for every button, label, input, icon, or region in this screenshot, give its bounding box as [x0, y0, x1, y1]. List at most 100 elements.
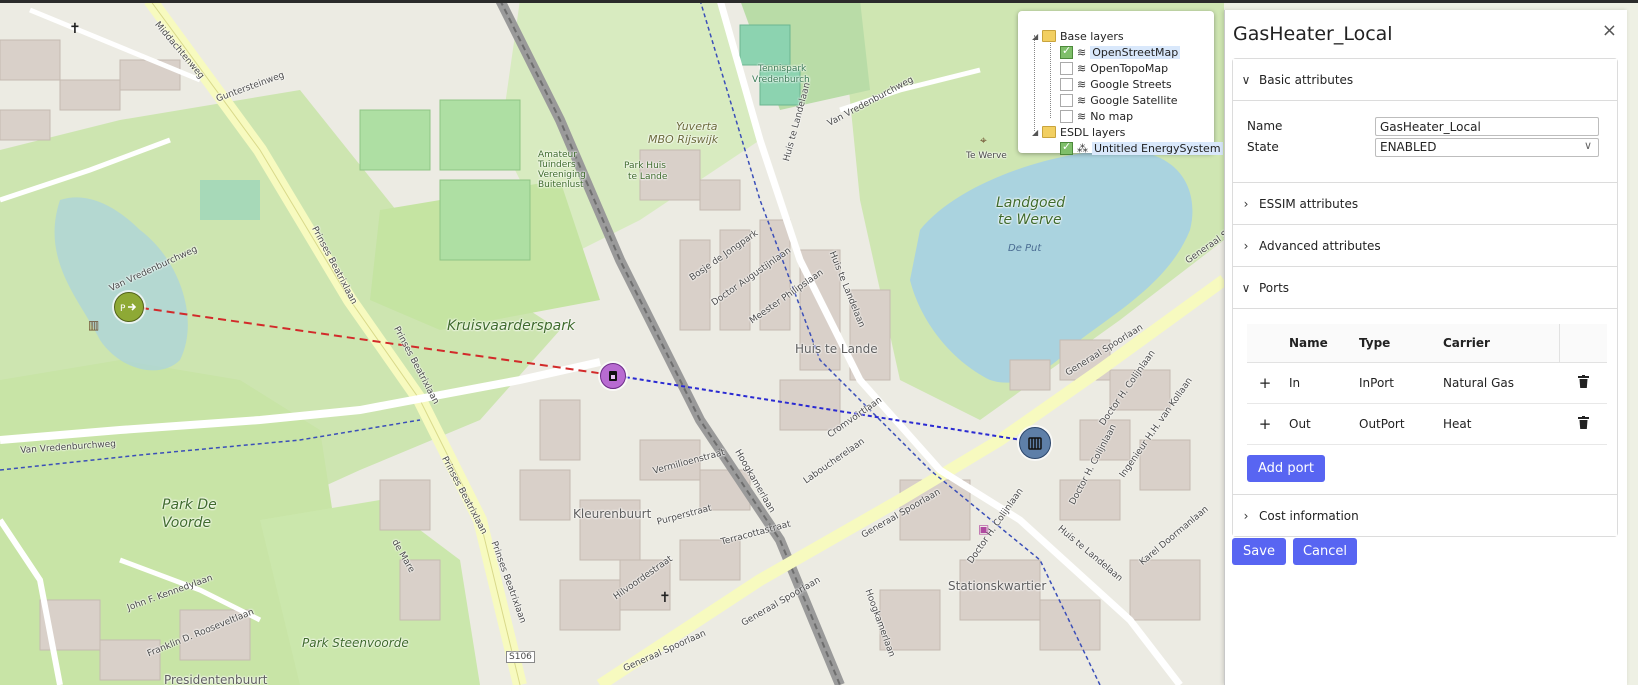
map-canvas[interactable]: Kruisvaarderspark Park De Voorde Park St… [0, 0, 1224, 685]
map-label-stationskwartier: Stationskwartier [948, 579, 1047, 593]
layer-checkbox[interactable] [1060, 44, 1073, 59]
map-label-park-huis-te-lande: te Lande [628, 172, 668, 182]
section-ports[interactable]: ∨ Ports [1233, 267, 1617, 309]
delete-port-button[interactable] [1559, 403, 1607, 445]
section-advanced-attributes[interactable]: › Advanced attributes [1233, 225, 1617, 267]
heater-icon [609, 371, 617, 381]
layer-item-google-streets[interactable]: ≋ Google Streets [1060, 76, 1172, 92]
map-label-de-put: De Put [1008, 243, 1042, 254]
layer-label: OpenStreetMap [1090, 45, 1181, 59]
chevron-down-icon: ∨ [1241, 280, 1251, 295]
basic-attributes-body: Name State ENABLED ∨ [1233, 101, 1617, 183]
shop-icon: ▣ [978, 522, 990, 536]
map-label-amateur-tuinders: Amateur Tuinders Vereniging Buitenlust [538, 150, 586, 190]
port-type: OutPort [1353, 403, 1437, 445]
collapse-icon[interactable]: ◢ [1032, 32, 1042, 41]
layer-item-openstreetmap[interactable]: ≋ OpenStreetMap [1060, 44, 1181, 60]
map-label-te-werve-poi: Te Werve [966, 151, 1007, 161]
map-label-park-huis: Park Huis [624, 161, 666, 171]
layer-label: Google Streets [1090, 77, 1172, 91]
layer-group-esdl-label: ESDL layers [1060, 125, 1126, 139]
map-label-presidentenbuurt: Presidentenbuurt [164, 673, 268, 685]
layer-checkbox[interactable] [1060, 61, 1073, 75]
map-label-huis-te-lande: Huis te Lande [795, 342, 878, 356]
trash-icon [1577, 374, 1589, 388]
layer-checkbox[interactable] [1060, 140, 1073, 155]
column-header-type: Type [1353, 324, 1437, 363]
map-label-s106: S106 [506, 651, 535, 663]
layer-checkbox[interactable] [1060, 77, 1073, 91]
layer-item-google-satellite[interactable]: ≋ Google Satellite [1060, 92, 1178, 108]
asset-properties-sidebar: GasHeater_Local × ∨ Basic attributes Nam… [1224, 10, 1627, 685]
add-port-button[interactable]: Add port [1247, 455, 1325, 482]
attributes-accordion: ∨ Basic attributes Name State ENABLED ∨ … [1232, 58, 1618, 537]
heating-demand-asset-marker[interactable] [1019, 427, 1051, 459]
layer-group-base-label: Base layers [1060, 29, 1124, 43]
map-label-park-de-voorde-2: Voorde [162, 515, 212, 531]
expand-row-icon[interactable]: + [1247, 403, 1283, 445]
state-select[interactable]: ENABLED ∨ [1375, 138, 1599, 157]
viewpoint-icon: ⌖ [980, 133, 987, 147]
ports-table: Name Type Carrier + In InPort Natural Ga… [1247, 324, 1607, 445]
state-field-label: State [1247, 140, 1279, 154]
layer-label: Google Satellite [1090, 93, 1178, 107]
chevron-right-icon: › [1243, 238, 1249, 253]
svg-text:P: P [120, 304, 126, 314]
layers-icon: ≋ [1077, 109, 1087, 123]
chevron-down-icon: ∨ [1583, 139, 1592, 152]
layers-icon: ≋ [1077, 45, 1087, 59]
folder-icon [1042, 30, 1056, 42]
layer-checkbox[interactable] [1060, 109, 1073, 123]
name-field[interactable] [1375, 117, 1599, 136]
section-title: Ports [1259, 280, 1290, 295]
map-label-kleurenbuurt: Kleurenbuurt [573, 507, 652, 521]
trash-icon [1577, 415, 1589, 429]
close-icon[interactable]: × [1602, 20, 1617, 41]
radiator-icon [1028, 437, 1042, 450]
gas-heater-asset-marker[interactable] [600, 363, 626, 389]
layer-item-energysystem[interactable]: ⁂ Untitled EnergySystem [1060, 140, 1223, 156]
table-row: + In InPort Natural Gas [1247, 362, 1607, 404]
sidebar-title: GasHeater_Local [1233, 23, 1393, 45]
map-label-landgoed: Landgoed [996, 195, 1066, 211]
save-button[interactable]: Save [1232, 538, 1286, 565]
port-name: In [1283, 362, 1353, 404]
layer-checkbox[interactable] [1060, 93, 1073, 107]
layer-group-base[interactable]: ◢ Base layers [1032, 28, 1124, 44]
collapse-icon[interactable]: ◢ [1032, 128, 1042, 137]
cancel-button[interactable]: Cancel [1293, 538, 1357, 565]
port-name: Out [1283, 403, 1353, 445]
name-field-label: Name [1247, 119, 1283, 133]
layer-item-opentopomap[interactable]: ≋ OpenTopoMap [1060, 60, 1168, 76]
chevron-down-icon: ∨ [1241, 72, 1251, 87]
church-icon: ✝ [69, 21, 81, 37]
port-carrier: Natural Gas [1437, 362, 1560, 404]
expand-row-icon[interactable]: + [1247, 362, 1283, 404]
chevron-right-icon: › [1243, 196, 1249, 211]
section-cost-information[interactable]: › Cost information [1233, 495, 1617, 536]
map-label-kruisvaarderspark: Kruisvaarderspark [447, 318, 576, 334]
section-title: Cost information [1259, 508, 1359, 523]
layers-icon: ≋ [1077, 93, 1087, 107]
map-label-park-de-voorde: Park De [162, 497, 217, 513]
column-header-name: Name [1283, 324, 1353, 363]
section-title: Advanced attributes [1259, 238, 1381, 253]
layer-label: No map [1090, 109, 1134, 123]
church-icon: ✝ [659, 590, 671, 606]
ports-body: Name Type Carrier + In InPort Natural Ga… [1233, 309, 1617, 495]
section-essim-attributes[interactable]: › ESSIM attributes [1233, 183, 1617, 225]
network-icon: ⁂ [1077, 141, 1088, 155]
layer-control-panel: ◢ Base layers ≋ OpenStreetMap ≋ OpenTopo… [1018, 11, 1223, 155]
delete-port-button[interactable] [1559, 362, 1607, 404]
pump-asset-marker[interactable]: P [114, 292, 144, 322]
layer-label: Untitled EnergySystem [1092, 141, 1223, 155]
window-top-edge [0, 0, 1638, 3]
state-select-value: ENABLED [1380, 140, 1437, 154]
map-label-vredenburch: Vredenburch [752, 75, 810, 85]
map-label-yuverta: Yuverta [676, 120, 718, 133]
section-basic-attributes[interactable]: ∨ Basic attributes [1233, 59, 1617, 101]
map-label-mbo-rijswijk: MBO Rijswijk [648, 133, 719, 146]
layer-item-no-map[interactable]: ≋ No map [1060, 108, 1133, 124]
section-title: ESSIM attributes [1259, 196, 1359, 211]
layer-group-esdl[interactable]: ◢ ESDL layers [1032, 124, 1125, 140]
